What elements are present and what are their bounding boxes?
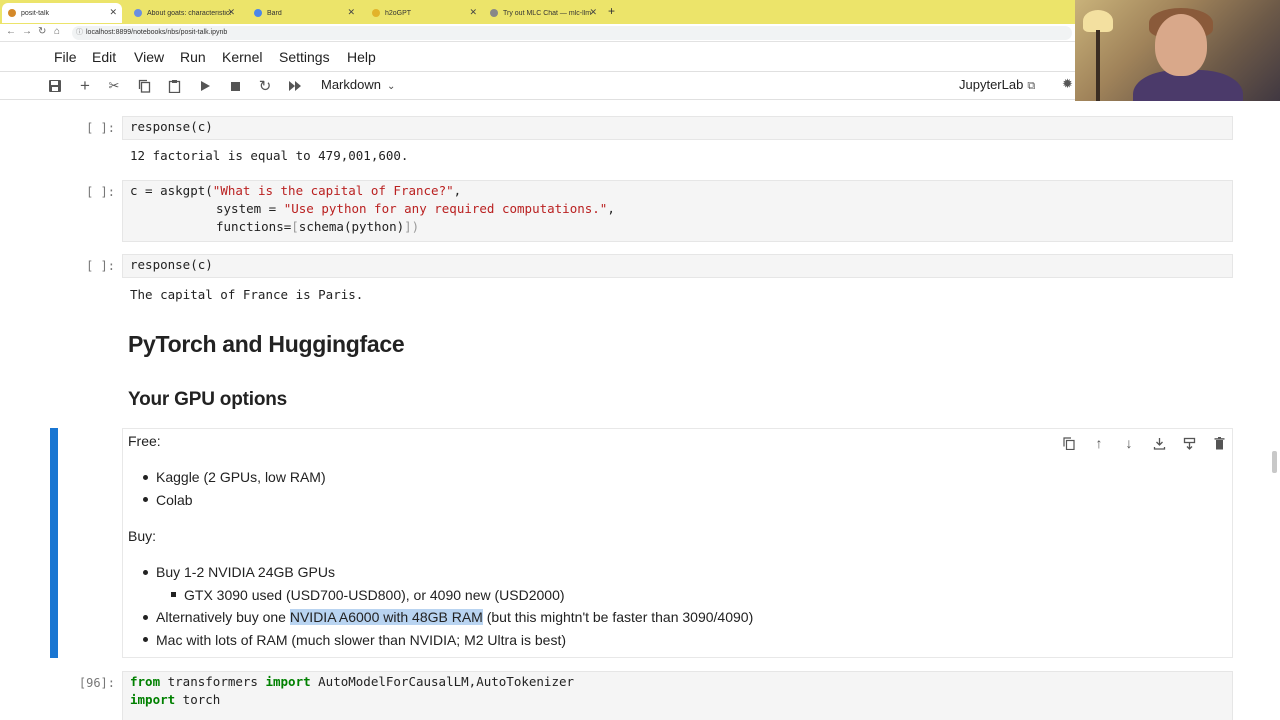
cell-prompt: [ ]: [86, 185, 115, 199]
reload-icon[interactable]: ↻ [38, 26, 46, 37]
run-icon[interactable] [195, 76, 215, 96]
browser-tab-goats[interactable]: About goats: characteristics & ✕ [128, 3, 240, 23]
add-icon[interactable]: + [75, 76, 95, 96]
menu-run[interactable]: Run [180, 49, 206, 65]
browser-tab-bard[interactable]: Bard ✕ [248, 3, 360, 23]
close-icon[interactable]: ✕ [469, 7, 477, 18]
bullet-icon [143, 497, 148, 502]
scrollbar-thumb[interactable] [1272, 451, 1277, 473]
restart-icon[interactable]: ↻ [255, 76, 275, 96]
site-info-icon: ⓘ [76, 29, 83, 36]
code-line: c = askgpt("What is the capital of Franc… [130, 183, 462, 198]
fast-forward-icon[interactable] [285, 76, 305, 96]
bullet-icon [143, 637, 148, 642]
menu-file[interactable]: File [54, 49, 77, 65]
url-text: localhost:8899/notebooks/nbs/posit-talk.… [86, 29, 228, 36]
code-line: functions=[schema(python)]) [216, 219, 420, 234]
menu-kernel[interactable]: Kernel [222, 49, 262, 65]
h2o-icon [372, 9, 380, 17]
tab-title: Try out MLC Chat — mlc-llm 0 [503, 9, 591, 17]
list-item: Colab [156, 492, 193, 508]
list-item: GTX 3090 used (USD700-USD800), or 4090 n… [184, 587, 565, 603]
insert-above-icon[interactable] [1149, 433, 1169, 453]
code-line: import torch [130, 692, 221, 707]
delete-icon[interactable] [1209, 433, 1229, 453]
close-icon[interactable]: ✕ [227, 7, 235, 18]
home-icon[interactable]: ⌂ [54, 26, 60, 37]
section-heading: PyTorch and Huggingface [128, 331, 405, 357]
active-cell-indicator [50, 428, 58, 658]
browser-tab-posit-talk[interactable]: posit-talk ✕ [2, 3, 122, 23]
webcam-overlay [1075, 0, 1280, 115]
tab-title: posit-talk [21, 9, 50, 17]
presenter-head-shape [1155, 14, 1207, 76]
menu-settings[interactable]: Settings [279, 49, 330, 65]
code-line: system = "Use python for any required co… [216, 201, 615, 216]
text-selection: NVIDIA A6000 with 48GB RAM [289, 609, 483, 625]
cell-type-select[interactable]: Markdown ⌄ [321, 77, 395, 92]
close-icon[interactable]: ✕ [347, 7, 355, 18]
square-bullet-icon [171, 592, 176, 597]
close-icon[interactable]: ✕ [109, 7, 117, 18]
back-icon[interactable]: ← [6, 26, 16, 37]
code-line: from transformers import AutoModelForCau… [130, 674, 575, 689]
buy-label: Buy: [128, 528, 157, 544]
stop-icon[interactable] [225, 76, 245, 96]
forward-icon[interactable]: → [22, 26, 32, 37]
menu-view[interactable]: View [134, 49, 164, 65]
subsection-heading: Your GPU options [128, 389, 287, 410]
save-icon[interactable] [45, 76, 65, 96]
code-cell[interactable]: response(c) [122, 254, 1233, 278]
kernel-bug-icon[interactable]: ✹ [1062, 76, 1073, 92]
lamp-shape [1083, 10, 1113, 32]
jupyter-favicon-icon [8, 9, 16, 17]
new-tab-icon[interactable]: + [608, 4, 615, 18]
close-icon[interactable]: ✕ [589, 7, 597, 18]
duplicate-icon[interactable] [1059, 433, 1079, 453]
bullet-icon [143, 570, 148, 575]
globe-icon [490, 9, 498, 17]
jupyterlab-label: JupyterLab [959, 77, 1024, 92]
list-item: Kaggle (2 GPUs, low RAM) [156, 469, 326, 485]
browser-tab-h2ogpt[interactable]: h2oGPT ✕ [366, 3, 482, 23]
list-item: Mac with lots of RAM (much slower than N… [156, 632, 566, 648]
globe-icon [134, 9, 142, 17]
cell-prompt: [ ]: [86, 121, 115, 135]
external-link-icon: ⧉ [1027, 80, 1036, 92]
copy-icon[interactable] [134, 76, 154, 96]
insert-below-icon[interactable] [1179, 433, 1199, 453]
code-cell[interactable]: from transformers import AutoModelForCau… [122, 671, 1233, 720]
notebook-area[interactable]: [ ]: response(c) 12 factorial is equal t… [0, 101, 1280, 720]
menu-help[interactable]: Help [347, 49, 376, 65]
cell-output: 12 factorial is equal to 479,001,600. [130, 148, 409, 163]
list-item: Alternatively buy one NVIDIA A6000 with … [156, 609, 754, 625]
cell-type-value: Markdown [321, 77, 381, 92]
url-field[interactable]: ⓘ localhost:8899/notebooks/nbs/posit-tal… [72, 26, 1072, 40]
cell-prompt: [ ]: [86, 259, 115, 273]
tab-title: Bard [267, 9, 282, 17]
code-cell[interactable]: response(c) [122, 116, 1233, 140]
bullet-icon [143, 475, 148, 480]
list-item: Buy 1-2 NVIDIA 24GB GPUs [156, 564, 335, 580]
free-label: Free: [128, 433, 161, 449]
paste-icon[interactable] [164, 76, 184, 96]
bullet-icon [143, 615, 148, 620]
cell-prompt: [96]: [78, 676, 115, 690]
code-cell[interactable]: c = askgpt("What is the capital of Franc… [122, 180, 1233, 242]
cut-icon[interactable]: ✂ [104, 76, 124, 96]
open-jupyterlab-button[interactable]: JupyterLab ⧉ [959, 77, 1035, 93]
tab-title: About goats: characteristics & [147, 9, 231, 17]
browser-tab-mlc-chat[interactable]: Try out MLC Chat — mlc-llm 0 ✕ [484, 3, 602, 23]
bard-icon [254, 9, 262, 17]
code-line: response(c) [130, 119, 213, 134]
tab-title: h2oGPT [385, 9, 412, 17]
menu-edit[interactable]: Edit [92, 49, 116, 65]
cell-output: The capital of France is Paris. [130, 287, 364, 302]
chevron-down-icon: ⌄ [386, 81, 396, 92]
move-down-icon[interactable]: ↓ [1119, 433, 1139, 453]
code-line: response(c) [130, 257, 213, 272]
move-up-icon[interactable]: ↑ [1089, 433, 1109, 453]
